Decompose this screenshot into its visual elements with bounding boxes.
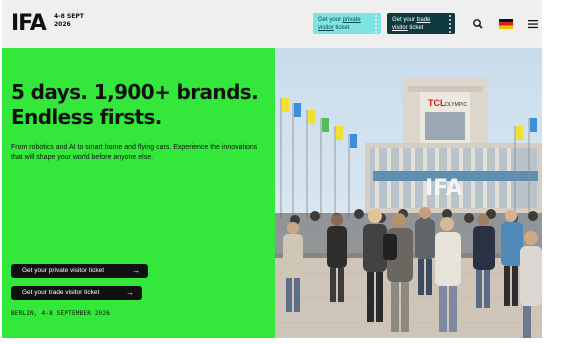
trade-visitor-ticket-label: Get your trade visitor ticket	[22, 289, 100, 296]
private-ticket-text-c: visitor	[318, 25, 334, 31]
entrance-sign: IFA	[425, 176, 463, 201]
private-visitor-ticket-label: Get your private visitor ticket	[22, 267, 104, 274]
hero-headline-line2: Endless firsts.	[11, 105, 162, 129]
logo-date-year: 2026	[54, 21, 71, 28]
hero-description: From robotics and AI to smart home and f…	[11, 144, 258, 161]
hero-panel: 5 days. 1,900+ brands. Endless firsts. F…	[2, 48, 275, 338]
building-sign-sub: OLYMPIC	[445, 102, 468, 108]
private-ticket-button[interactable]: Get your private visitor ticket	[313, 13, 381, 34]
trade-ticket-text-d: ticket	[407, 25, 424, 31]
trade-ticket-text-a: Get your	[392, 17, 417, 23]
trade-ticket-text-c: visitor	[392, 25, 408, 31]
browser-viewport: IFA 4-8 SEPT 2026 Get your private visit…	[2, 0, 542, 338]
logo-date: 4-8 SEPT 2026	[54, 13, 84, 29]
logo-date-days: 4-8 SEPT	[54, 13, 84, 20]
hero-headline: 5 days. 1,900+ brands. Endless firsts.	[11, 80, 271, 130]
private-ticket-text-b: private	[342, 17, 361, 23]
private-ticket-text-a: Get your	[318, 17, 343, 23]
ticket-perforation	[371, 13, 381, 34]
hero-photo: TCL OLYMPIC IFA	[275, 48, 542, 338]
ifa-logo[interactable]: IFA	[11, 11, 47, 37]
ticket-perforation	[445, 13, 455, 34]
search-icon[interactable]	[468, 14, 488, 34]
location-date: BERLIN, 4-8 SEPTEMBER 2026	[11, 310, 111, 317]
arrow-right-icon: →	[126, 288, 134, 297]
trade-ticket-button[interactable]: Get your trade visitor ticket	[387, 13, 455, 34]
menu-icon[interactable]	[523, 14, 542, 34]
hero-headline-line1: 5 days. 1,900+ brands.	[11, 80, 259, 104]
trade-ticket-text-b: trade	[416, 17, 431, 23]
german-flag-icon[interactable]	[496, 14, 516, 34]
building-sign: TCL	[428, 98, 446, 108]
arrow-right-icon: →	[132, 266, 140, 275]
private-ticket-text-d: ticket	[333, 25, 350, 31]
private-visitor-ticket-button[interactable]: Get your private visitor ticket →	[11, 264, 148, 278]
trade-visitor-ticket-button[interactable]: Get your trade visitor ticket →	[11, 286, 142, 300]
site-header: IFA 4-8 SEPT 2026 Get your private visit…	[2, 0, 542, 48]
